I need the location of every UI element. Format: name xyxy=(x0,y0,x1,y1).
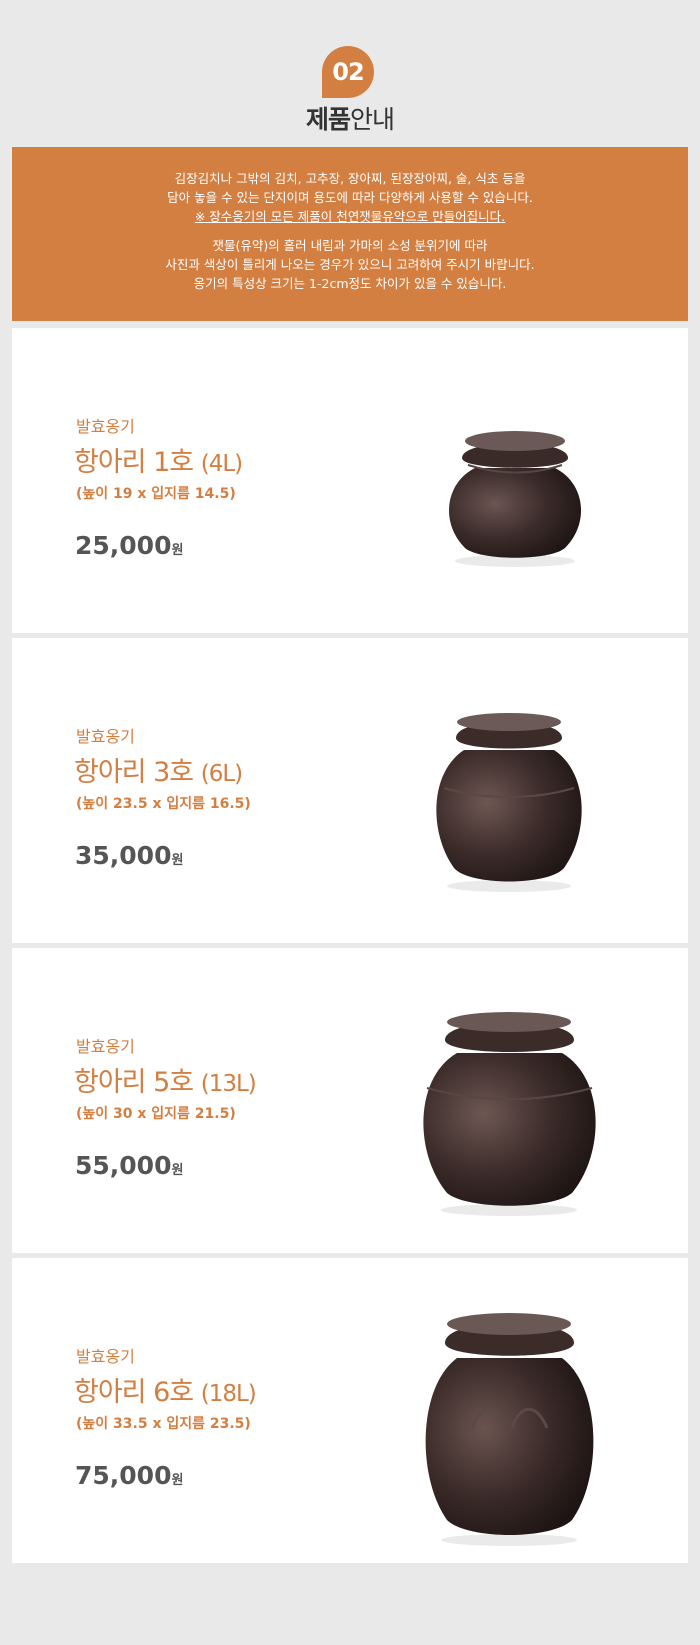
price-unit: 원 xyxy=(171,1163,184,1178)
product-name: 항아리 6호 (18L) xyxy=(74,1370,257,1409)
product-volume: (18L) xyxy=(200,1381,257,1407)
notice-line: 옹기의 특성상 크기는 1-2cm정도 차이가 있을 수 있습니다. xyxy=(193,276,507,291)
section-title: 제품안내 xyxy=(0,100,700,136)
product-name: 항아리 3호 (6L) xyxy=(74,750,243,789)
product-volume: (6L) xyxy=(200,761,243,787)
product-price-value: 75,000 xyxy=(75,1461,172,1490)
product-name: 항아리 5호 (13L) xyxy=(74,1060,257,1099)
product-price-value: 35,000 xyxy=(75,841,172,870)
notice-line: 담아 놓을 수 있는 단지이며 용도에 따라 다양하게 사용할 수 있습니다. xyxy=(167,190,533,205)
product-name: 항아리 1호 (4L) xyxy=(74,440,243,479)
notice-line: 사진과 색상이 틀리게 나오는 경우가 있으니 고려하여 주시기 바랍니다. xyxy=(165,257,535,272)
product-name-text: 항아리 3호 xyxy=(74,757,194,788)
product-size: (높이 30 x 입지름 21.5) xyxy=(76,1106,236,1122)
notice-line: 김장김치나 그밖의 김치, 고추장, 장아찌, 된장장아찌, 술, 식초 등을 xyxy=(174,171,526,186)
jar-image xyxy=(440,423,590,568)
notice-glaze-note: ※ 장수옹기의 모든 제품이 천연잿물유약으로 만들어집니다. xyxy=(194,209,506,224)
product-name-text: 항아리 6호 xyxy=(74,1377,194,1408)
notice-line: 잿물(유약)의 흘러 내림과 가마의 소성 분위기에 따라 xyxy=(212,238,488,253)
product-price-value: 55,000 xyxy=(75,1151,172,1180)
product-notice: 김장김치나 그밖의 김치, 고추장, 장아찌, 된장장아찌, 술, 식초 등을 … xyxy=(12,147,688,321)
product-category: 발효옹기 xyxy=(76,1347,135,1366)
section-title-light: 안내 xyxy=(350,105,395,134)
price-unit: 원 xyxy=(171,853,184,868)
product-price: 55,000원 xyxy=(75,1151,183,1180)
jar-image xyxy=(424,708,594,893)
product-card[interactable]: 발효옹기 항아리 3호 (6L) (높이 23.5 x 입지름 16.5) 35… xyxy=(12,638,688,943)
product-category: 발효옹기 xyxy=(76,1037,135,1056)
product-price: 35,000원 xyxy=(75,841,183,870)
product-price: 75,000원 xyxy=(75,1461,183,1490)
price-unit: 원 xyxy=(171,1473,184,1488)
product-price-value: 25,000 xyxy=(75,531,172,560)
product-volume: (13L) xyxy=(200,1071,257,1097)
product-card[interactable]: 발효옹기 항아리 1호 (4L) (높이 19 x 입지름 14.5) 25,0… xyxy=(12,328,688,633)
product-category: 발효옹기 xyxy=(76,727,135,746)
section-number-badge: 02 xyxy=(322,46,374,98)
product-size: (높이 33.5 x 입지름 23.5) xyxy=(76,1416,251,1432)
product-name-text: 항아리 5호 xyxy=(74,1067,194,1098)
section-title-bold: 제품 xyxy=(305,105,351,134)
section-number: 02 xyxy=(332,58,364,86)
price-unit: 원 xyxy=(171,543,184,558)
product-category: 발효옹기 xyxy=(76,417,135,436)
product-size: (높이 23.5 x 입지름 16.5) xyxy=(76,796,251,812)
jar-image xyxy=(412,1008,607,1218)
jar-image xyxy=(412,1308,607,1548)
product-name-text: 항아리 1호 xyxy=(74,447,194,478)
product-volume: (4L) xyxy=(200,451,243,477)
product-card[interactable]: 발효옹기 항아리 5호 (13L) (높이 30 x 입지름 21.5) 55,… xyxy=(12,948,688,1253)
product-card[interactable]: 발효옹기 항아리 6호 (18L) (높이 33.5 x 입지름 23.5) 7… xyxy=(12,1258,688,1563)
product-price: 25,000원 xyxy=(75,531,183,560)
product-size: (높이 19 x 입지름 14.5) xyxy=(76,486,236,502)
